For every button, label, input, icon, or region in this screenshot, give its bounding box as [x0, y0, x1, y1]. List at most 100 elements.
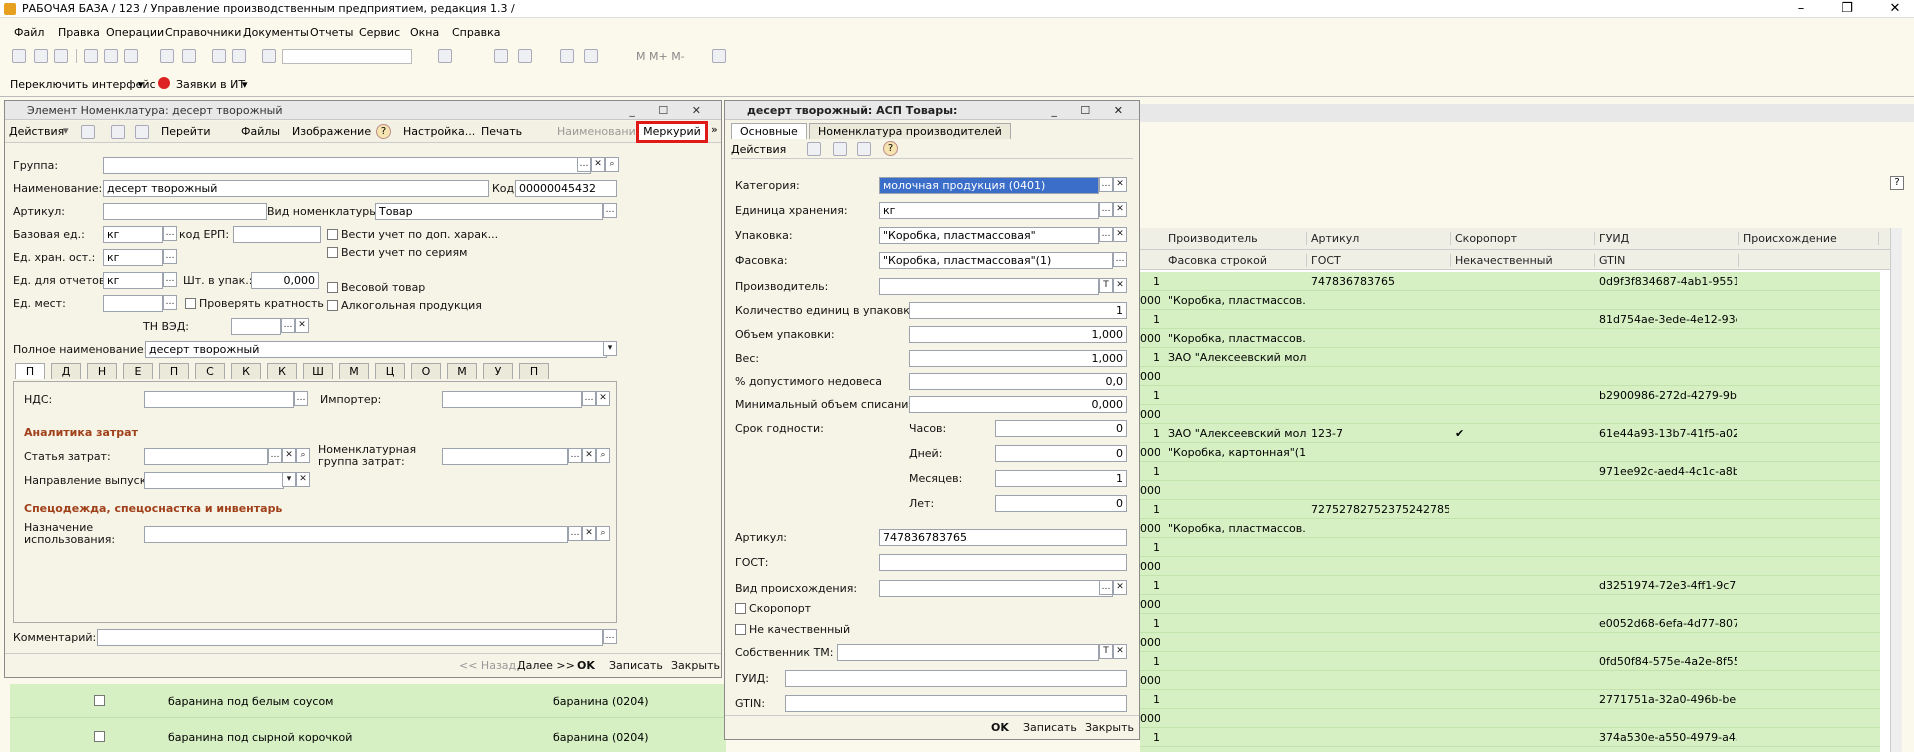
volume-field[interactable]: 1,000 [909, 326, 1127, 343]
save-button[interactable]: Записать [609, 659, 663, 672]
table-row[interactable]: баранина под сырной корочкой баранина (0… [10, 719, 726, 752]
table-row[interactable]: 1 747836783765 0d9f3f834687-4ab1-9551f... [1140, 272, 1880, 291]
help-icon[interactable]: ? [883, 141, 898, 156]
ok-button[interactable]: OK [991, 721, 1009, 734]
search-icon[interactable]: ⌕ [596, 526, 610, 541]
preview-icon[interactable] [182, 49, 196, 63]
print-menu[interactable]: Печать [481, 125, 522, 138]
restore-icon[interactable]: ❐ [1832, 0, 1862, 18]
copy-icon[interactable] [135, 125, 149, 139]
select-button[interactable]: … [568, 526, 582, 541]
open-icon[interactable] [34, 49, 48, 63]
clear-icon[interactable]: ✕ [1113, 580, 1127, 595]
vat-field[interactable] [144, 391, 294, 408]
table-row[interactable]: 1 0fd50f84-575e-4a2e-8f55-... [1140, 652, 1880, 671]
tab-4[interactable]: П [159, 363, 189, 379]
years-field[interactable]: 0 [995, 495, 1127, 512]
memory-m-icon[interactable]: M M+ M- [636, 50, 685, 63]
clear-icon[interactable]: ✕ [296, 472, 310, 487]
category-field[interactable]: молочная продукция (0401) [879, 177, 1099, 194]
tab-2[interactable]: Н [87, 363, 117, 379]
tab-6[interactable]: К [231, 363, 261, 379]
article-field[interactable] [103, 203, 267, 220]
text-icon[interactable]: T [1099, 644, 1113, 659]
tab-8[interactable]: Ш [303, 363, 333, 379]
search-input[interactable] [282, 49, 412, 64]
menu-reports[interactable]: Отчеты [310, 26, 353, 39]
table-row[interactable]: 000 "Коробка, пластмассов... [1140, 329, 1880, 348]
select-button[interactable]: … [1113, 252, 1127, 267]
select-button[interactable]: … [1099, 580, 1113, 595]
table-row[interactable]: 1 [1140, 538, 1880, 557]
goto-menu[interactable]: Перейти [161, 125, 211, 138]
table-row[interactable]: 000 "Коробка, картонная"(1) [1140, 443, 1880, 462]
table-row[interactable]: 1 ЗАО "Алексеевский мол... 123-7 ✔ 61e44a93-… [1140, 424, 1880, 443]
storage-unit-field[interactable]: кг [103, 249, 163, 266]
table-row[interactable]: 000 [1140, 405, 1880, 424]
settings-button[interactable]: Настройка... [403, 125, 475, 138]
find-icon[interactable] [438, 49, 452, 63]
select-button[interactable]: … [1099, 177, 1113, 192]
table-row[interactable]: 000 [1140, 557, 1880, 576]
save-button[interactable]: Записать [1023, 721, 1077, 734]
table-icon[interactable] [584, 49, 598, 63]
select-button[interactable]: … [163, 226, 177, 241]
clear-icon[interactable]: ✕ [282, 448, 296, 463]
table-row[interactable]: 000 "Коробка, пластмассов... [1140, 291, 1880, 310]
close-button[interactable]: Закрыть [671, 659, 720, 672]
tools-icon[interactable] [712, 49, 726, 63]
tab-9[interactable]: М [339, 363, 369, 379]
it-requests-button[interactable]: Заявки в ИТ [176, 78, 245, 91]
search-icon[interactable] [262, 49, 276, 63]
fullname-field[interactable]: десерт творожный [145, 341, 607, 358]
files-button[interactable]: Файлы [241, 125, 280, 138]
months-field[interactable]: 1 [995, 470, 1127, 487]
select-button[interactable]: … [568, 448, 582, 463]
code-field[interactable]: 00000045432 [515, 180, 617, 197]
alcohol-checkbox[interactable] [327, 300, 338, 311]
row-checkbox[interactable] [94, 731, 105, 742]
mercury-button[interactable]: Меркурий [636, 121, 708, 143]
select-button[interactable]: … [1099, 202, 1113, 217]
select-button[interactable]: … [577, 157, 591, 172]
calendar-icon[interactable] [560, 49, 574, 63]
clear-icon[interactable]: ✕ [582, 448, 596, 463]
grid-scrollbar[interactable] [1890, 228, 1902, 752]
next-button[interactable]: Далее >> [517, 659, 575, 672]
menu-file[interactable]: Файл [14, 26, 44, 39]
select-button[interactable]: … [582, 391, 596, 406]
clear-icon[interactable]: ✕ [1113, 644, 1127, 659]
clear-icon[interactable]: ✕ [591, 157, 605, 172]
tab-3[interactable]: Е [123, 363, 153, 379]
tab-11[interactable]: О [411, 363, 441, 379]
text-icon[interactable]: T [1099, 278, 1113, 293]
actions-menu[interactable]: Действия [9, 125, 64, 138]
tab-0[interactable]: П [15, 363, 45, 379]
dropdown-icon[interactable]: ▾ [63, 124, 69, 137]
save-icon[interactable] [54, 49, 68, 63]
table-row[interactable]: 000 "Коробка, пластмассов... [1140, 519, 1880, 538]
tab-10[interactable]: Ц [375, 363, 405, 379]
clear-icon[interactable]: ✕ [1113, 278, 1127, 293]
table-row[interactable]: 000 [1140, 633, 1880, 652]
dropdown-icon[interactable]: ▾ [242, 78, 248, 91]
name-button[interactable]: Наименование [557, 125, 642, 138]
weight-field[interactable]: 1,000 [909, 350, 1127, 367]
switch-interface-button[interactable]: Переключить интерфейс [10, 78, 156, 91]
extra-char-checkbox[interactable] [327, 229, 338, 240]
table-row[interactable]: баранина под белым соусом баранина (0204… [10, 684, 726, 718]
name-field[interactable]: десерт творожный [103, 180, 489, 197]
comment-field[interactable] [97, 629, 603, 646]
clear-icon[interactable]: ✕ [1113, 227, 1127, 242]
gtin-field[interactable] [785, 695, 1127, 712]
help-icon[interactable]: ? [376, 124, 391, 139]
table-row[interactable]: 000 [1140, 595, 1880, 614]
clear-icon[interactable]: ✕ [582, 526, 596, 541]
importer-field[interactable] [442, 391, 582, 408]
menu-documents[interactable]: Документы [243, 26, 309, 39]
back-button[interactable]: << Назад [459, 659, 516, 672]
search-icon[interactable]: ⌕ [605, 157, 619, 172]
select-button[interactable]: … [163, 272, 177, 287]
report-unit-field[interactable]: кг [103, 272, 163, 289]
dropdown-icon[interactable]: ▾ [282, 472, 296, 487]
